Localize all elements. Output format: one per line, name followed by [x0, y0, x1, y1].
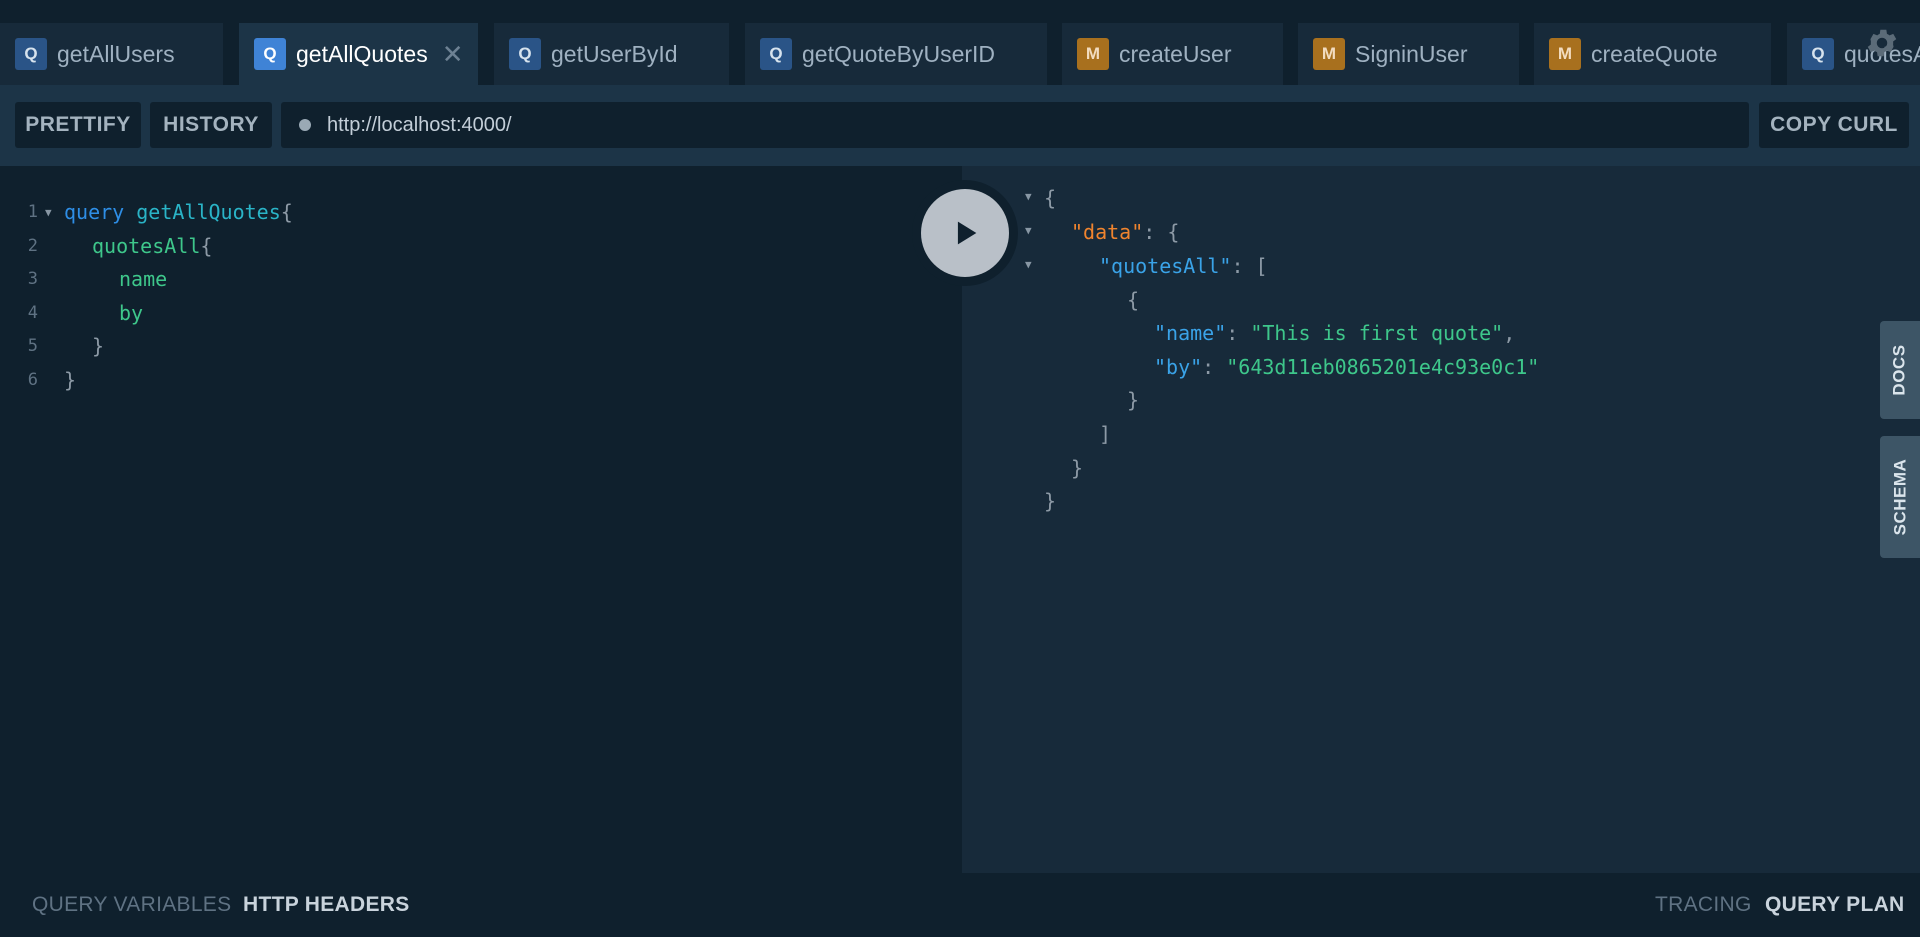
tab-bar: Q getAllUsers Q getAllQuotes ✕ Q getUser…	[0, 0, 1920, 85]
field-name: by	[119, 301, 144, 325]
mutation-badge: M	[1549, 38, 1581, 70]
play-icon	[957, 221, 977, 245]
json-key-quotesall: "quotesAll"	[1099, 254, 1232, 278]
fold-arrow-icon[interactable]: ▼	[45, 206, 52, 219]
brace: }	[92, 334, 105, 358]
tab-getquotebyuserid[interactable]: Q getQuoteByUserID	[745, 23, 1047, 85]
operation-name: getAllQuotes	[136, 200, 281, 224]
tab-label: getAllUsers	[57, 40, 175, 67]
line-number: 6	[27, 370, 38, 390]
mutation-badge: M	[1313, 38, 1345, 70]
tab-getallquotes[interactable]: Q getAllQuotes ✕	[239, 23, 478, 85]
copy-curl-button[interactable]: COPY CURL	[1759, 102, 1909, 148]
code-line: 5 }	[0, 329, 962, 363]
brace: }	[64, 368, 77, 392]
fold-arrow-icon[interactable]: ▼	[1025, 190, 1032, 203]
field-name: quotesAll	[92, 234, 201, 258]
json-brace: }	[1071, 456, 1084, 480]
line-number: 3	[27, 269, 38, 289]
query-editor[interactable]: 1 ▼ query getAllQuotes{ 2 quotesAll{ 3 n…	[0, 166, 962, 873]
schema-tab[interactable]: SCHEMA	[1880, 436, 1920, 558]
tab-label: getQuoteByUserID	[802, 40, 996, 67]
query-variables-tab[interactable]: QUERY VARIABLES	[32, 893, 231, 917]
tab-label: getAllQuotes	[296, 40, 428, 67]
json-string-value: "643d11eb0865201e4c93e0c1"	[1226, 355, 1540, 379]
tab-label: SigninUser	[1355, 40, 1468, 67]
json-brace: {	[1127, 288, 1140, 312]
code-line: 2 quotesAll{	[0, 229, 962, 263]
query-badge: Q	[509, 38, 541, 70]
prettify-button[interactable]: PRETTIFY	[15, 102, 141, 148]
json-line: "by": "643d11eb0865201e4c93e0c1"	[1154, 355, 1540, 379]
result-pane[interactable]: ▼ { ▼ "data": { ▼ "quotesAll": [ { "name…	[962, 166, 1920, 873]
tab-createuser[interactable]: M createUser	[1062, 23, 1283, 85]
fold-arrow-icon[interactable]: ▼	[1025, 258, 1032, 271]
json-brace: }	[1044, 489, 1057, 513]
tracing-tab[interactable]: TRACING	[1655, 893, 1752, 917]
tab-label: createUser	[1119, 40, 1232, 67]
tab-signinuser[interactable]: M SigninUser	[1298, 23, 1519, 85]
query-badge: Q	[760, 38, 792, 70]
history-button[interactable]: HISTORY	[150, 102, 272, 148]
code-line: 1 ▼ query getAllQuotes{	[0, 195, 962, 229]
run-query-button[interactable]	[912, 180, 1018, 286]
tab-label: createQuote	[1591, 40, 1718, 67]
line-number: 4	[27, 303, 38, 323]
close-tab-icon[interactable]: ✕	[442, 41, 464, 67]
json-bracket: ]	[1099, 422, 1112, 446]
json-key-data: "data"	[1071, 220, 1144, 244]
gear-icon[interactable]	[1864, 25, 1900, 61]
query-plan-tab[interactable]: QUERY PLAN	[1765, 893, 1905, 917]
json-brace: {	[1044, 186, 1057, 210]
line-number: 1	[27, 202, 38, 222]
tab-label: getUserById	[551, 40, 678, 67]
json-line: "quotesAll": [	[1099, 254, 1268, 278]
query-badge: Q	[1802, 38, 1834, 70]
keyword: query	[64, 200, 125, 224]
footer-bar: QUERY VARIABLES HTTP HEADERS TRACING QUE…	[0, 873, 1920, 937]
brace: {	[200, 234, 213, 258]
tab-getallusers[interactable]: Q getAllUsers	[0, 23, 223, 85]
json-key-name: "name"	[1154, 321, 1227, 345]
connection-status-dot	[299, 119, 311, 131]
json-brace: }	[1127, 388, 1140, 412]
json-key-by: "by"	[1154, 355, 1203, 379]
tab-quotesall[interactable]: Q quotesAll	[1787, 23, 1920, 85]
json-line: "data": {	[1071, 220, 1180, 244]
http-headers-tab[interactable]: HTTP HEADERS	[243, 893, 410, 917]
json-string-value: "This is first quote"	[1250, 321, 1504, 345]
docs-tab[interactable]: DOCS	[1880, 321, 1920, 419]
field-name: name	[119, 267, 168, 291]
query-badge: Q	[254, 38, 286, 70]
toolbar: PRETTIFY HISTORY COPY CURL	[0, 85, 1920, 166]
brace: {	[280, 200, 293, 224]
fold-arrow-icon[interactable]: ▼	[1025, 224, 1032, 237]
tab-getuserbyid[interactable]: Q getUserById	[494, 23, 729, 85]
code-line: 3 name	[0, 262, 962, 296]
endpoint-url-bar	[281, 102, 1749, 148]
tab-createquote[interactable]: M createQuote	[1534, 23, 1771, 85]
json-line: "name": "This is first quote",	[1154, 321, 1516, 345]
code-line: 4 by	[0, 296, 962, 330]
line-number: 5	[27, 336, 38, 356]
line-number: 2	[27, 236, 38, 256]
code-line: 6 }	[0, 363, 962, 397]
mutation-badge: M	[1077, 38, 1109, 70]
query-badge: Q	[15, 38, 47, 70]
endpoint-url-input[interactable]	[327, 113, 1727, 137]
